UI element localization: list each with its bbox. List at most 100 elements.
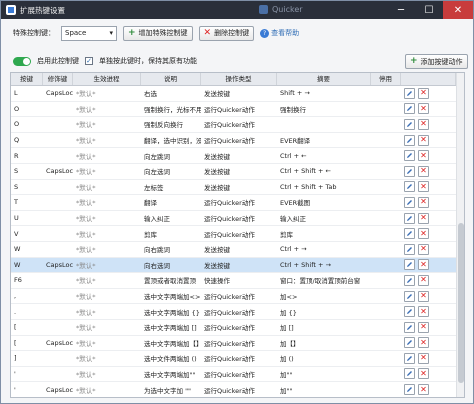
table-row[interactable]: , *默认* 选中文字两端加<> 运行Quicker动作 加<> ✕ — [11, 289, 456, 305]
table-row[interactable]: O *默认* 强制换行，光标不用 运行Quicker动作 强制换行 ✕ — [11, 102, 456, 118]
pencil-icon[interactable] — [404, 259, 415, 271]
table-row[interactable]: F6 *默认* 置顶或者取消置顶 快速操作 窗口：置顶/取消置顶前台窗 ✕ — [11, 273, 456, 289]
delete-key-button[interactable]: ✕ 删除控制键 — [198, 25, 255, 41]
table-row[interactable]: . *默认* 选中文字两端加 {} 运行Quicker动作 加 {} ✕ — [11, 304, 456, 320]
pencil-icon[interactable] — [404, 212, 415, 224]
cell-key: ' — [14, 385, 16, 394]
pencil-icon[interactable] — [404, 150, 415, 162]
column-header[interactable]: 停用 — [371, 73, 401, 85]
cell-type: 运行Quicker动作 — [204, 386, 255, 395]
column-header[interactable]: 生效进程 — [73, 73, 141, 85]
pencil-icon[interactable] — [404, 134, 415, 146]
delete-x-icon[interactable]: ✕ — [418, 165, 429, 177]
delete-x-icon[interactable]: ✕ — [418, 306, 429, 318]
column-header[interactable]: 说明 — [141, 73, 201, 85]
vertical-scrollbar[interactable] — [456, 73, 464, 397]
delete-x-icon[interactable]: ✕ — [418, 368, 429, 380]
pencil-icon[interactable] — [404, 352, 415, 364]
table-row[interactable]: T *默认* 翻译 运行Quicker动作 EVER截图 ✕ — [11, 195, 456, 211]
delete-x-icon[interactable]: ✕ — [418, 212, 429, 224]
maximize-icon[interactable]: ☐ — [415, 1, 443, 19]
pencil-icon[interactable] — [404, 321, 415, 333]
column-header[interactable]: 按键 — [11, 73, 43, 85]
single-press-checkbox[interactable]: ✓ — [85, 57, 93, 65]
table-row[interactable]: [CapsLoc *默认* 选中文字两端加【】 运行Quicker动作 加【】 ✕ — [11, 336, 456, 352]
table-row[interactable]: [*默认* 选中文字两端加 [] 运行Quicker动作 加 [] ✕ — [11, 320, 456, 336]
cell-proc: *默认* — [76, 370, 96, 379]
delete-x-icon[interactable]: ✕ — [418, 103, 429, 115]
delete-x-icon[interactable]: ✕ — [418, 243, 429, 255]
pencil-icon[interactable] — [404, 228, 415, 240]
table-row[interactable]: ' *默认* 选中文字两端加"" 运行Quicker动作 加"" ✕ — [11, 367, 456, 383]
table-row[interactable]: ' CapsLoc *默认* 为选中文字加 "" 运行Quicker动作 加"" ✕ — [11, 382, 456, 397]
cell-key: S — [14, 182, 19, 191]
table-row[interactable]: S *默认* 左标签 发送按键 Ctrl + Shift + Tab ✕ — [11, 180, 456, 196]
enable-toggle[interactable] — [13, 56, 31, 66]
pencil-icon[interactable] — [404, 384, 415, 396]
delete-x-icon[interactable]: ✕ — [418, 384, 429, 396]
pencil-icon[interactable] — [404, 306, 415, 318]
pencil-icon[interactable] — [404, 181, 415, 193]
delete-x-icon[interactable]: ✕ — [418, 118, 429, 130]
pencil-icon[interactable] — [404, 274, 415, 286]
delete-x-icon[interactable]: ✕ — [418, 321, 429, 333]
scrollbar-thumb[interactable] — [458, 223, 464, 383]
delete-x-icon[interactable]: ✕ — [418, 150, 429, 162]
pencil-icon[interactable] — [404, 368, 415, 380]
pencil-icon[interactable] — [404, 165, 415, 177]
table-row[interactable]: V *默认* 剪库 运行Quicker动作 剪库 ✕ — [11, 226, 456, 242]
minimize-icon[interactable]: ─ — [387, 1, 415, 19]
add-action-button[interactable]: + 添加按键动作 — [405, 54, 468, 69]
delete-x-icon[interactable]: ✕ — [418, 290, 429, 302]
cell-type: 运行Quicker动作 — [204, 293, 255, 302]
background-app-name: Quicker — [272, 5, 303, 14]
app-icon — [6, 5, 16, 15]
pencil-icon[interactable] — [404, 243, 415, 255]
table-row[interactable]: O *默认* 强制反向换行 运行Quicker动作 ✕ — [11, 117, 456, 133]
table-row[interactable]: W CapsLoc *默认* 向右选词 发送按键 Ctrl + Shift + → ✕ — [11, 257, 456, 274]
table-row[interactable]: R *默认* 向左跳词 发送按键 Ctrl + ← ✕ — [11, 148, 456, 164]
column-header[interactable]: 修饰键 — [43, 73, 73, 85]
table-row[interactable]: W *默认* 向右跳词 发送按键 Ctrl + → ✕ — [11, 242, 456, 258]
pencil-icon[interactable] — [404, 118, 415, 130]
special-key-select[interactable]: Space ▾ — [61, 25, 117, 41]
pencil-icon[interactable] — [404, 103, 415, 115]
column-header[interactable]: 摘要 — [277, 73, 371, 85]
add-special-key-button[interactable]: + 增加特殊控制键 — [123, 25, 193, 41]
help-link[interactable]: ? 查看帮助 — [260, 28, 299, 38]
delete-x-icon[interactable]: ✕ — [418, 274, 429, 286]
delete-x-icon[interactable]: ✕ — [418, 134, 429, 146]
cell-type: 发送按键 — [204, 261, 230, 270]
table-row[interactable]: ] *默认* 选中文件两端加 () 运行Quicker动作 加 () ✕ — [11, 351, 456, 367]
table-row[interactable]: S CapsLoc *默认* 向左选词 发送按键 Ctrl + Shift + ← ✕ — [11, 164, 456, 180]
cell-summary: 加【】 — [280, 339, 300, 348]
table-row[interactable]: L CapsLoc *默认* 右选 发送按键 Shift + → ✕ — [11, 86, 456, 102]
column-header[interactable]: 操作类型 — [201, 73, 277, 85]
delete-x-icon[interactable]: ✕ — [418, 228, 429, 240]
delete-x-icon[interactable]: ✕ — [418, 352, 429, 364]
pencil-icon[interactable] — [404, 337, 415, 349]
pencil-icon[interactable] — [404, 87, 415, 99]
plus-icon: + — [410, 56, 418, 66]
row-actions: ✕ — [401, 150, 456, 162]
delete-x-icon[interactable]: ✕ — [418, 337, 429, 349]
add-special-key-label: 增加特殊控制键 — [138, 29, 188, 37]
cell-proc: *默认* — [76, 183, 96, 192]
row-actions: ✕ — [401, 274, 456, 286]
column-header[interactable] — [401, 73, 456, 85]
cell-proc: *默认* — [76, 277, 96, 286]
cell-summary: 加<> — [280, 293, 298, 302]
delete-x-icon[interactable]: ✕ — [418, 87, 429, 99]
close-icon[interactable]: ✕ — [443, 1, 473, 19]
cell-proc: *默认* — [76, 355, 96, 364]
pencil-icon[interactable] — [404, 290, 415, 302]
delete-x-icon[interactable]: ✕ — [418, 196, 429, 208]
pencil-icon[interactable] — [404, 196, 415, 208]
table-row[interactable]: U *默认* 输入纠正 运行Quicker动作 输入纠正 ✕ — [11, 211, 456, 227]
delete-x-icon[interactable]: ✕ — [418, 181, 429, 193]
title-bar[interactable]: 扩展热键设置 Quicker ─ ☐ ✕ — [1, 1, 473, 19]
delete-x-icon[interactable]: ✕ — [418, 259, 429, 271]
single-press-label: 单独按此键时，保持其原有功能 — [99, 57, 197, 65]
table-row[interactable]: Q *默认* 翻译，选中识别，没 运行Quicker动作 EVER翻译 ✕ — [11, 133, 456, 149]
cell-desc: 输入纠正 — [144, 215, 170, 224]
